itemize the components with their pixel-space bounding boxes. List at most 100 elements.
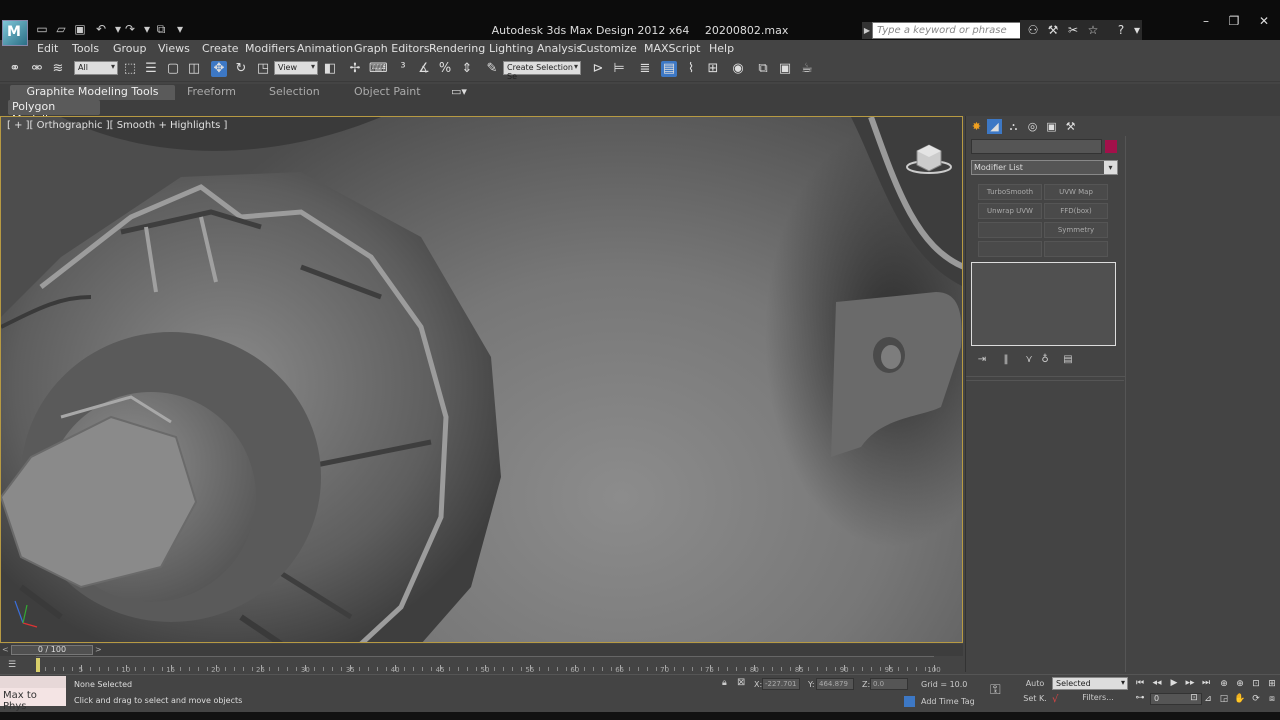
key-mode-icon[interactable]: √	[1052, 694, 1058, 705]
play-icon[interactable]: ▶	[1168, 678, 1180, 689]
maximize-viewport-icon[interactable]: ⧈	[1266, 693, 1278, 705]
menu-help[interactable]: Help	[709, 42, 734, 55]
modifier-uvw-map-button[interactable]: UVW Map	[1044, 184, 1108, 200]
curve-editor-icon[interactable]: ⌇	[683, 61, 699, 77]
modifier-empty-button[interactable]	[978, 222, 1042, 238]
link-icon[interactable]: ⚭	[7, 61, 23, 77]
motion-tab-icon[interactable]: ◎	[1025, 119, 1040, 134]
modifier-empty-button[interactable]	[1044, 241, 1108, 257]
menu-edit[interactable]: Edit	[37, 42, 58, 55]
communication-icon[interactable]: ✂	[1064, 22, 1082, 38]
selection-filter-dropdown[interactable]: All	[74, 61, 118, 75]
zoom-extents-all-icon[interactable]: ⊞	[1266, 678, 1278, 690]
viewcube-icon[interactable]	[905, 141, 953, 175]
subscription-icon[interactable]: ⚒	[1044, 22, 1062, 38]
material-editor-icon[interactable]: ◉	[730, 61, 746, 77]
z-coordinate-field[interactable]: 0.0	[870, 678, 908, 690]
menu-customize[interactable]: Customize	[579, 42, 637, 55]
modifier-symmetry-button[interactable]: Symmetry	[1044, 222, 1108, 238]
menu-modifiers[interactable]: Modifiers	[245, 42, 295, 55]
spinner-snap-icon[interactable]: ⇕	[459, 61, 475, 77]
viewport-label[interactable]: [ + ][ Orthographic ][ Smooth + Highligh…	[7, 120, 227, 131]
maximize-button[interactable]: ❐	[1224, 14, 1244, 28]
time-configuration-icon[interactable]: ⊡	[1188, 693, 1200, 704]
object-name-field[interactable]	[971, 139, 1102, 154]
menu-rendering[interactable]: Rendering	[429, 42, 485, 55]
utilities-tab-icon[interactable]: ⚒	[1063, 119, 1078, 134]
select-and-rotate-icon[interactable]: ↻	[233, 61, 249, 77]
mirror-icon[interactable]: ⊳	[590, 61, 606, 77]
close-button[interactable]: ✕	[1254, 14, 1274, 28]
search-expand-icon[interactable]: ▶	[862, 22, 872, 39]
select-object-icon[interactable]: ⬚	[122, 61, 138, 77]
zoom-icon[interactable]: ⊕	[1218, 678, 1230, 690]
make-unique-icon[interactable]: ⋎	[1023, 354, 1035, 366]
select-by-name-icon[interactable]: ☰	[143, 61, 159, 77]
key-filter-dropdown[interactable]: Selected	[1052, 677, 1128, 690]
tab-object-paint[interactable]: Object Paint	[354, 85, 421, 100]
y-coordinate-field[interactable]: 464.879	[816, 678, 854, 690]
keyboard-shortcut-override-icon[interactable]: ⌨	[369, 61, 388, 77]
select-and-manipulate-icon[interactable]: ✢	[347, 61, 363, 77]
go-to-end-icon[interactable]: ⏭	[1200, 678, 1212, 689]
region-zoom-icon[interactable]: ◲	[1218, 693, 1230, 705]
menu-lighting-analysis[interactable]: Lighting Analysis	[489, 42, 582, 55]
pivot-center-icon[interactable]: ◧	[322, 61, 338, 77]
orbit-icon[interactable]: ⟳	[1250, 693, 1262, 705]
percent-snap-icon[interactable]: %	[437, 61, 453, 77]
current-frame-marker[interactable]	[36, 658, 40, 672]
modifier-ffd-box-button[interactable]: FFD(box)	[1044, 203, 1108, 219]
render-setup-icon[interactable]: ⧉	[755, 61, 771, 77]
chevron-down-icon[interactable]: ▾	[1104, 161, 1117, 174]
modifier-list-dropdown[interactable]: Modifier List	[971, 160, 1118, 175]
schematic-view-icon[interactable]: ⊞	[705, 61, 721, 77]
field-of-view-icon[interactable]: ⊿	[1202, 693, 1214, 705]
named-selection-dropdown[interactable]: Create Selection Se	[503, 61, 581, 81]
favorites-star-icon[interactable]: ☆	[1084, 22, 1102, 38]
remove-modifier-icon[interactable]: ♁	[1039, 354, 1051, 366]
display-tab-icon[interactable]: ▣	[1044, 119, 1059, 134]
layer-manager-icon[interactable]: ≣	[637, 61, 653, 77]
minimize-button[interactable]: –	[1196, 14, 1216, 28]
snaps-toggle-icon[interactable]: ³	[395, 61, 411, 77]
next-frame-arrow-icon[interactable]: >	[95, 645, 104, 655]
hierarchy-tab-icon[interactable]: ⛬	[1006, 119, 1021, 134]
render-production-icon[interactable]: ☕	[799, 61, 815, 77]
menu-animation[interactable]: Animation	[297, 42, 353, 55]
help-dropdown-icon[interactable]: ▾	[1128, 22, 1146, 38]
ribbon-options-icon[interactable]: ▭▾	[451, 85, 467, 100]
go-to-start-icon[interactable]: ⏮	[1134, 678, 1146, 689]
tab-freeform[interactable]: Freeform	[187, 85, 236, 100]
key-mode-toggle-icon[interactable]: ⊶	[1134, 693, 1146, 704]
binoculars-icon[interactable]: ⚇	[1024, 22, 1042, 38]
menu-views[interactable]: Views	[158, 42, 190, 55]
track-bar-menu-icon[interactable]: ☰	[8, 660, 20, 670]
configure-modifier-sets-icon[interactable]: ▤	[1062, 354, 1074, 366]
reference-coordinate-dropdown[interactable]: View	[274, 61, 318, 75]
bind-space-warp-icon[interactable]: ≋	[50, 61, 66, 77]
align-icon[interactable]: ⊨	[611, 61, 627, 77]
menu-maxscript[interactable]: MAXScript	[644, 42, 700, 55]
pan-hand-icon[interactable]: ✋	[1234, 693, 1246, 705]
absolute-mode-icon[interactable]: ⊠	[737, 677, 745, 688]
set-key-button[interactable]: Set K.	[1022, 694, 1048, 703]
menu-graph-editors[interactable]: Graph Editors	[354, 42, 430, 55]
search-input[interactable]: Type a keyword or phrase	[872, 22, 1022, 39]
menu-group[interactable]: Group	[113, 42, 147, 55]
tab-selection[interactable]: Selection	[269, 85, 320, 100]
menu-tools[interactable]: Tools	[72, 42, 99, 55]
rendered-frame-window-icon[interactable]: ▣	[777, 61, 793, 77]
create-tab-icon[interactable]: ✸	[969, 119, 984, 134]
previous-frame-icon[interactable]: ◂◂	[1151, 678, 1163, 689]
maxscript-listener-output[interactable]	[0, 676, 66, 688]
zoom-all-icon[interactable]: ⊕	[1234, 678, 1246, 690]
viewport-orthographic[interactable]: [ + ][ Orthographic ][ Smooth + Highligh…	[0, 116, 963, 643]
object-color-swatch[interactable]	[1105, 140, 1117, 153]
time-slider-track[interactable]	[0, 644, 963, 656]
polygon-modeling-panel[interactable]: Polygon Modeling	[8, 100, 100, 126]
time-tag-icon[interactable]	[904, 696, 915, 707]
select-and-move-icon[interactable]: ✥	[211, 61, 227, 77]
next-frame-icon[interactable]: ▸▸	[1184, 678, 1196, 689]
select-and-scale-icon[interactable]: ◳	[255, 61, 271, 77]
angle-snap-icon[interactable]: ∡	[416, 61, 432, 77]
